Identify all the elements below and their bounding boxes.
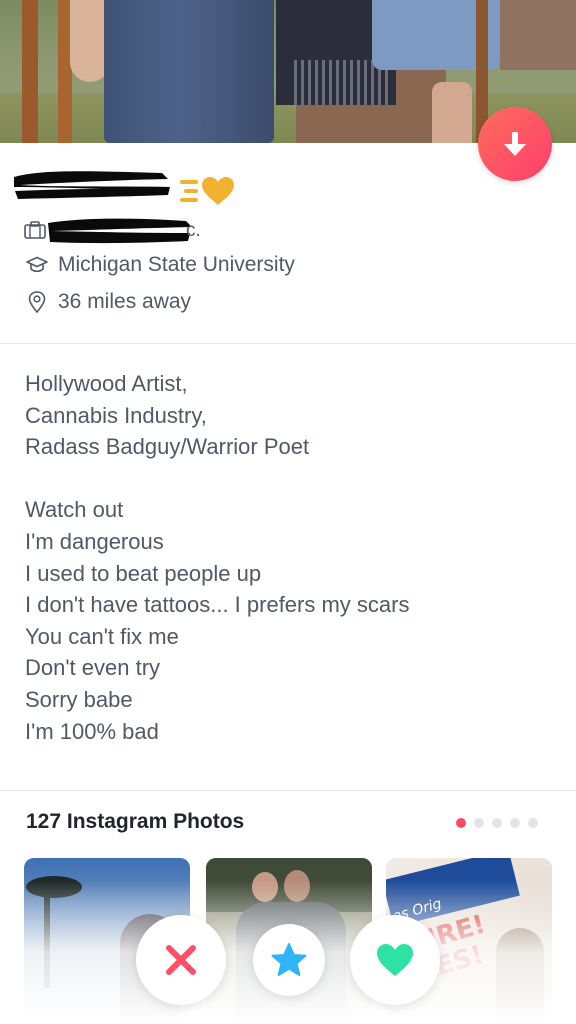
page-dot[interactable] bbox=[510, 818, 520, 828]
heart-icon bbox=[377, 944, 413, 976]
star-icon bbox=[271, 943, 307, 976]
bio-line: Watch out bbox=[25, 497, 124, 523]
page-dot-active[interactable] bbox=[456, 818, 466, 828]
bio-line: Cannabis Industry, bbox=[25, 402, 207, 428]
super-like-button[interactable] bbox=[253, 924, 325, 996]
bio-line: Don't even try bbox=[25, 655, 161, 681]
bio-line: Hollywood Artist, bbox=[25, 371, 188, 396]
distance-label: 36 miles away bbox=[58, 290, 192, 313]
bio-line: I used to beat people up bbox=[25, 560, 262, 586]
instagram-page-indicator bbox=[456, 818, 538, 828]
section-divider bbox=[0, 343, 576, 344]
photo-hand bbox=[432, 82, 472, 143]
redacted-name bbox=[14, 171, 170, 199]
job-text-visible-suffix: c. bbox=[186, 220, 201, 241]
nope-button[interactable] bbox=[136, 915, 226, 1005]
like-button[interactable] bbox=[350, 915, 440, 1005]
x-icon bbox=[166, 945, 196, 975]
arrow-down-icon bbox=[504, 132, 526, 156]
distance-row: 36 miles away bbox=[24, 290, 191, 314]
page-dot[interactable] bbox=[492, 818, 502, 828]
photo-jeans bbox=[104, 0, 274, 143]
school-row: Michigan State University bbox=[24, 253, 295, 277]
briefcase-icon bbox=[24, 221, 46, 239]
collapse-profile-button[interactable] bbox=[478, 107, 552, 181]
photo-background bbox=[500, 0, 576, 70]
speed-heart-icon bbox=[180, 177, 234, 205]
job-row bbox=[24, 216, 46, 244]
bio-line bbox=[25, 463, 555, 495]
bio-line: I'm dangerous bbox=[25, 528, 164, 554]
section-divider bbox=[0, 790, 576, 791]
location-pin-icon bbox=[24, 291, 50, 313]
bio-line: You can't fix me bbox=[25, 623, 179, 649]
photo-fence-post bbox=[22, 0, 38, 143]
bio-line: I'm 100% bad bbox=[25, 718, 159, 744]
graduation-cap-icon bbox=[24, 256, 50, 274]
bio-line: I don't have tattoos... I prefers my sca… bbox=[25, 592, 410, 618]
bio-line: Radass Badguy/Warrior Poet bbox=[25, 434, 310, 460]
instagram-photos-title: 127 Instagram Photos bbox=[26, 810, 245, 833]
bio-text: Hollywood Artist, Cannabis Industry, Rad… bbox=[25, 368, 555, 747]
page-dot[interactable] bbox=[474, 818, 484, 828]
school-label: Michigan State University bbox=[58, 253, 295, 276]
redacted-job bbox=[48, 218, 192, 244]
page-dot[interactable] bbox=[528, 818, 538, 828]
bio-line: Sorry babe bbox=[25, 686, 133, 712]
